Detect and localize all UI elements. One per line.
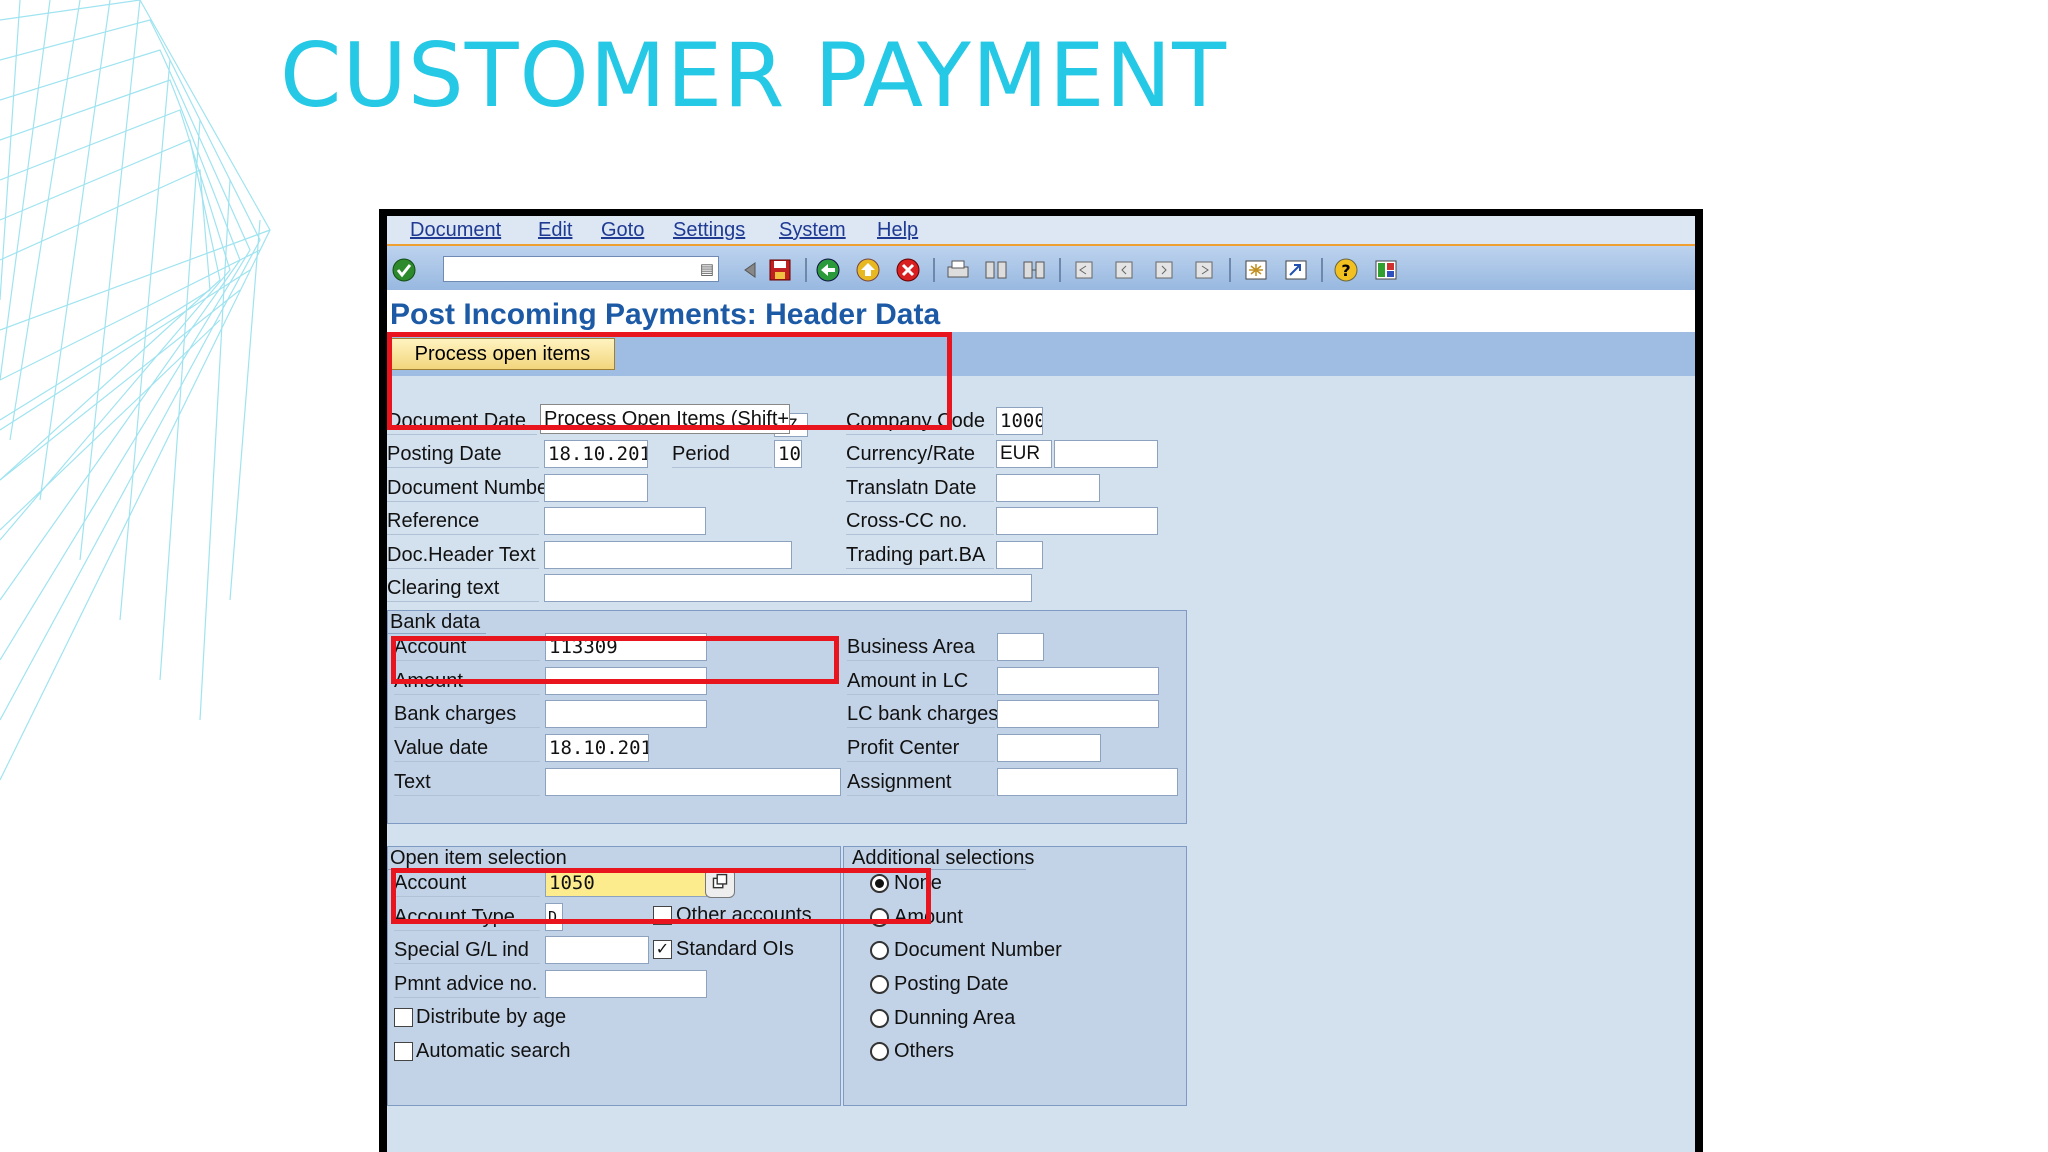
next-page-icon[interactable] xyxy=(1151,258,1177,282)
last-page-icon[interactable] xyxy=(1191,258,1217,282)
value-date-field[interactable]: 18.10.2012 xyxy=(545,734,649,762)
currency-field[interactable]: EUR xyxy=(996,440,1052,468)
document-number-field[interactable] xyxy=(544,474,648,502)
back-icon[interactable] xyxy=(815,258,841,282)
bank-data-title: Bank data xyxy=(390,611,481,633)
slide-title: CUSTOMER PAYMENT xyxy=(280,24,1228,127)
bank-charges-label: Bank charges xyxy=(394,701,540,728)
radio-posting-date-label: Posting Date xyxy=(894,973,1009,995)
assignment-field[interactable] xyxy=(997,768,1178,796)
command-field[interactable]: ▤ xyxy=(443,256,719,282)
distribute-by-age-checkbox[interactable] xyxy=(394,1008,413,1027)
menu-goto[interactable]: Goto xyxy=(601,219,644,242)
text-label: Text xyxy=(394,769,540,796)
menu-system[interactable]: System xyxy=(779,219,846,242)
bank-charges-field[interactable] xyxy=(545,700,707,728)
menu-help[interactable]: Help xyxy=(877,219,918,242)
profit-center-label: Profit Center xyxy=(847,735,995,762)
pmnt-advice-no-label: Pmnt advice no. xyxy=(394,971,540,998)
enter-icon[interactable] xyxy=(391,258,417,282)
toolbar-separator xyxy=(805,258,807,282)
dropdown-icon[interactable]: ▤ xyxy=(700,260,714,278)
reference-label: Reference xyxy=(387,508,539,535)
exit-icon[interactable] xyxy=(855,258,881,282)
first-page-icon[interactable] xyxy=(1071,258,1097,282)
cross-cc-no-label: Cross-CC no. xyxy=(846,508,994,535)
find-next-icon[interactable] xyxy=(1021,258,1047,282)
automatic-search-label: Automatic search xyxy=(416,1040,571,1062)
toolbar-separator xyxy=(933,258,935,282)
special-gl-ind-label: Special G/L ind xyxy=(394,937,540,964)
toolbar-separator xyxy=(1229,258,1231,282)
title-bar: Post Incoming Payments: Header Data xyxy=(387,290,1695,332)
period-label: Period xyxy=(672,441,772,468)
translatn-date-label: Translatn Date xyxy=(846,475,994,502)
customize-layout-icon[interactable] xyxy=(1373,258,1399,282)
assignment-label: Assignment xyxy=(847,769,995,796)
help-icon[interactable]: ? xyxy=(1333,258,1359,282)
highlight-process-open-items xyxy=(387,332,952,430)
highlight-customer-account xyxy=(391,868,931,924)
find-icon[interactable] xyxy=(983,258,1009,282)
highlight-bank-account xyxy=(391,636,839,684)
create-session-icon[interactable] xyxy=(1243,258,1269,282)
screen-title: Post Incoming Payments: Header Data xyxy=(390,298,941,331)
amount-in-lc-label: Amount in LC xyxy=(847,668,995,695)
print-icon[interactable] xyxy=(945,258,971,282)
radio-posting-date[interactable] xyxy=(870,975,889,994)
trading-part-ba-label: Trading part.BA xyxy=(846,542,994,569)
menu-bar: Document Edit Goto Settings System Help xyxy=(387,216,1695,246)
amount-in-lc-field[interactable] xyxy=(997,667,1159,695)
menu-edit[interactable]: Edit xyxy=(538,219,572,242)
back-arrow-icon[interactable] xyxy=(737,258,763,282)
lc-bank-charges-label: LC bank charges xyxy=(847,701,998,728)
value-date-label: Value date xyxy=(394,735,540,762)
previous-page-icon[interactable] xyxy=(1111,258,1137,282)
save-icon[interactable] xyxy=(767,258,793,282)
shortcut-icon[interactable] xyxy=(1283,258,1309,282)
toolbar-separator xyxy=(1321,258,1323,282)
radio-others[interactable] xyxy=(870,1042,889,1061)
svg-text:?: ? xyxy=(1341,261,1350,280)
clearing-text-field[interactable] xyxy=(544,574,1032,602)
special-gl-ind-field[interactable] xyxy=(545,936,649,964)
automatic-search-checkbox[interactable] xyxy=(394,1042,413,1061)
currency-rate-label: Currency/Rate xyxy=(846,441,994,468)
standard-toolbar: ▤ ? xyxy=(387,246,1695,290)
doc-header-text-label: Doc.Header Text xyxy=(387,542,539,569)
menu-document[interactable]: Document xyxy=(410,219,501,242)
posting-date-field[interactable]: 18.10.2012 xyxy=(544,440,648,468)
document-number-label: Document Number xyxy=(387,475,555,502)
radio-document-number[interactable] xyxy=(870,941,889,960)
text-field[interactable] xyxy=(545,768,841,796)
cross-cc-no-field[interactable] xyxy=(996,507,1158,535)
doc-header-text-field[interactable] xyxy=(544,541,792,569)
business-area-field[interactable] xyxy=(997,633,1044,661)
posting-date-label: Posting Date xyxy=(387,441,539,468)
company-code-field[interactable]: 1000 xyxy=(996,407,1043,435)
sap-window: Document Edit Goto Settings System Help … xyxy=(387,216,1695,1152)
lc-bank-charges-field[interactable] xyxy=(997,700,1159,728)
pmnt-advice-no-field[interactable] xyxy=(545,970,707,998)
sap-screenshot-frame: Document Edit Goto Settings System Help … xyxy=(379,209,1703,1152)
radio-dunning-area-label: Dunning Area xyxy=(894,1007,1016,1029)
decorative-wireframe xyxy=(0,0,271,781)
exchange-rate-field[interactable] xyxy=(1054,440,1158,468)
profit-center-field[interactable] xyxy=(997,734,1101,762)
clearing-text-label: Clearing text xyxy=(387,575,539,602)
toolbar-separator xyxy=(1059,258,1061,282)
cancel-icon[interactable] xyxy=(895,258,921,282)
menu-settings[interactable]: Settings xyxy=(673,219,745,242)
standard-ois-label: Standard OIs xyxy=(676,938,794,960)
standard-ois-checkbox[interactable]: ✓ xyxy=(653,940,672,959)
reference-field[interactable] xyxy=(544,507,706,535)
trading-part-ba-field[interactable] xyxy=(996,541,1043,569)
translatn-date-field[interactable] xyxy=(996,474,1100,502)
distribute-by-age-label: Distribute by age xyxy=(416,1006,567,1028)
business-area-label: Business Area xyxy=(847,634,995,661)
radio-dunning-area[interactable] xyxy=(870,1009,889,1028)
radio-others-label: Others xyxy=(894,1040,955,1062)
period-field[interactable]: 10 xyxy=(774,440,802,468)
radio-document-number-label: Document Number xyxy=(894,939,1062,961)
